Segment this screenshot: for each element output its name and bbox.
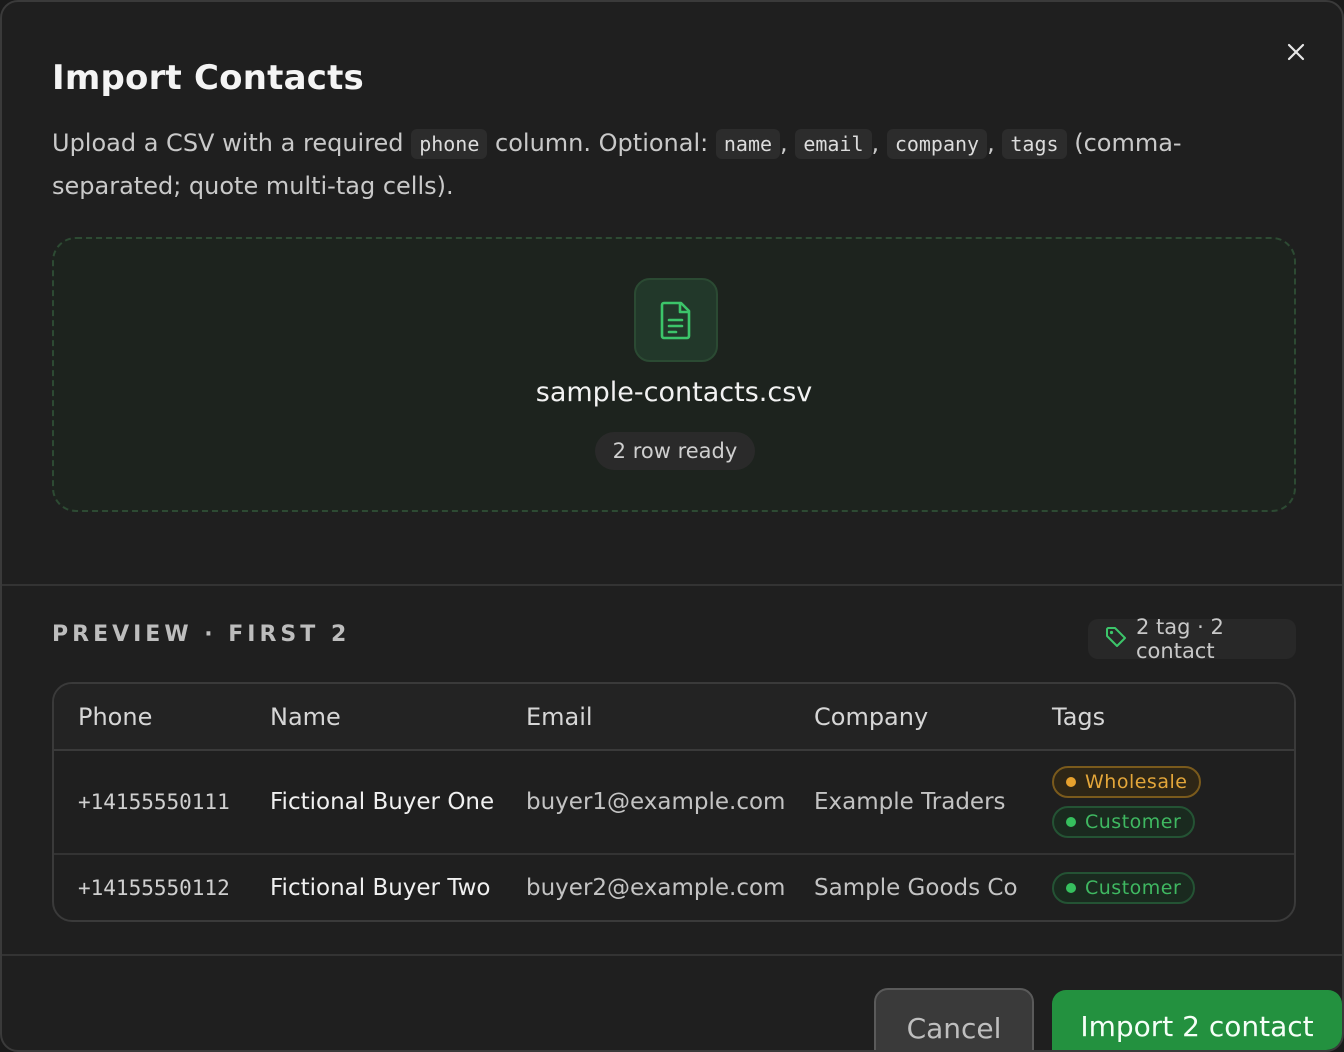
- code-company: company: [886, 129, 988, 159]
- column-header-name: Name: [270, 684, 526, 751]
- table-row: +14155550112 Fictional Buyer Two buyer2@…: [54, 854, 1294, 920]
- cell-phone: +14155550112: [78, 875, 230, 900]
- dot-icon: [1066, 882, 1076, 893]
- divider: [2, 584, 1342, 586]
- code-name: name: [715, 129, 781, 159]
- divider: [2, 954, 1342, 956]
- import-button[interactable]: Import 2 contact: [1052, 990, 1342, 1050]
- close-icon[interactable]: [1282, 38, 1310, 66]
- tag-summary-text: 2 tag · 2 contact: [1136, 615, 1224, 663]
- tag-label: Wholesale: [1085, 771, 1188, 793]
- code-phone: phone: [411, 129, 488, 159]
- description-text: column. Optional:: [495, 129, 709, 157]
- tag-badge-wholesale: Wholesale: [1052, 766, 1202, 798]
- code-email: email: [795, 129, 872, 159]
- dialog-description: Upload a CSV with a required phone colum…: [52, 122, 1252, 207]
- tag-icon: [1104, 625, 1128, 654]
- column-header-tags: Tags: [1052, 684, 1294, 751]
- table-row: +14155550111 Fictional Buyer One buyer1@…: [54, 750, 1294, 855]
- separator: ,: [780, 129, 788, 157]
- import-contacts-dialog: Import Contacts Upload a CSV with a requ…: [0, 0, 1344, 1052]
- dot-icon: [1066, 817, 1076, 827]
- cell-tags: Wholesale Customer: [1052, 750, 1294, 855]
- preview-label: PREVIEW · FIRST 2: [52, 622, 351, 647]
- preview-table: Phone Name Email Company Tags +141555501…: [52, 682, 1296, 922]
- file-text-icon: [634, 278, 718, 362]
- separator: ,: [871, 129, 880, 157]
- cell-name: Fictional Buyer Two: [270, 874, 491, 901]
- cell-company: Example Traders: [814, 750, 1052, 855]
- cell-tags: Customer: [1052, 854, 1294, 920]
- code-tags: tags: [1002, 129, 1067, 159]
- cancel-button[interactable]: Cancel: [874, 988, 1034, 1050]
- tag-label: Customer: [1085, 811, 1182, 833]
- dot-icon: [1066, 777, 1076, 787]
- column-header-phone: Phone: [54, 684, 270, 751]
- cell-email: buyer2@example.com: [526, 874, 786, 901]
- cell-email: buyer1@example.com: [526, 750, 814, 855]
- file-name: sample-contacts.csv: [535, 377, 813, 408]
- column-header-email: Email: [526, 684, 814, 751]
- cell-company: Sample Goods Co: [814, 874, 1018, 901]
- tag-label: Customer: [1085, 876, 1182, 899]
- cell-name: Fictional Buyer One: [270, 750, 526, 855]
- row-ready-badge: 2 row ready: [595, 432, 755, 470]
- description-text: Upload a CSV with a required: [52, 129, 404, 157]
- separator: ,: [987, 129, 995, 157]
- tag-badge-customer: Customer: [1052, 806, 1196, 838]
- cell-phone: +14155550111: [54, 750, 270, 855]
- table-header-row: Phone Name Email Company Tags: [54, 684, 1294, 751]
- tag-badge-customer: Customer: [1052, 871, 1196, 904]
- column-header-company: Company: [814, 684, 1052, 751]
- dialog-title: Import Contacts: [52, 58, 364, 98]
- tag-summary-chip: 2 tag · 2 contact: [1088, 615, 1296, 663]
- csv-dropzone[interactable]: sample-contacts.csv 2 row ready: [52, 237, 1296, 512]
